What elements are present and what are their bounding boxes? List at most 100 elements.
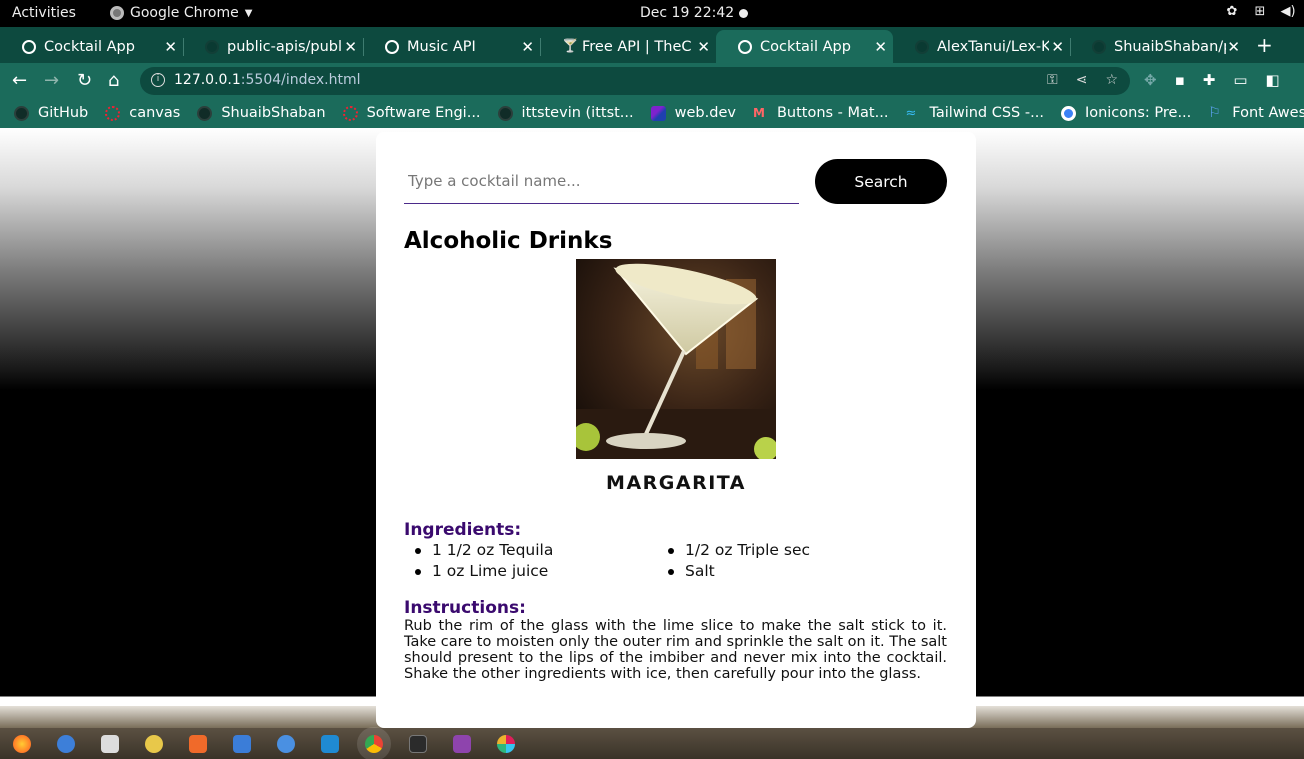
reload-icon[interactable]: ↻	[77, 70, 92, 91]
tab-thecocktaildb[interactable]: 🍸 Free API | TheCo ✕	[540, 30, 716, 63]
bookmark-software-engineering[interactable]: Software Engi...	[342, 105, 481, 121]
bookmark-label: ittstevin (ittst...	[521, 105, 634, 121]
url-path: :5504/index.html	[240, 72, 361, 88]
tab-title: AlexTanui/Lex-K	[937, 38, 1049, 55]
tab-title: Music API	[407, 38, 476, 55]
tab-public-apis[interactable]: public-apis/publ ✕	[183, 30, 364, 63]
address-bar[interactable]: i 127.0.0.1:5504/index.html ⚿ ⋖ ☆	[140, 67, 1130, 95]
tab-shuaibshaban[interactable]: ShuaibShaban/p ✕	[1070, 30, 1246, 63]
help-icon[interactable]	[277, 735, 295, 753]
bookmark-canvas[interactable]: canvas	[105, 105, 180, 121]
forward-icon[interactable]: →	[44, 70, 59, 91]
tab-cocktail-app[interactable]: Cocktail App ✕	[0, 30, 184, 63]
search-button[interactable]: Search	[815, 159, 947, 204]
activities-button[interactable]: Activities	[12, 5, 76, 21]
caret-down-icon: ▼	[244, 7, 253, 19]
close-tab-icon[interactable]: ✕	[164, 38, 177, 56]
new-tab-button[interactable]: +	[1256, 33, 1273, 57]
bookmark-label: GitHub	[38, 105, 89, 121]
bookmark-ittstevin[interactable]: ittstevin (ittst...	[497, 105, 634, 121]
cast-icon[interactable]: ▭	[1233, 71, 1247, 89]
globe-icon	[22, 39, 36, 54]
app-menu-label: Google Chrome	[130, 5, 239, 21]
bookmark-label: Font Awesome	[1232, 105, 1304, 121]
site-info-icon[interactable]: i	[151, 73, 165, 87]
app-menu[interactable]: Google Chrome ▼	[110, 5, 252, 21]
close-tab-icon[interactable]: ✕	[344, 38, 357, 56]
bookmark-webdev[interactable]: web.dev	[650, 105, 736, 121]
instructions-label: Instructions:	[404, 598, 526, 618]
tab-title: Cocktail App	[760, 38, 851, 55]
github-icon	[14, 105, 29, 121]
bookmark-github[interactable]: GitHub	[14, 105, 88, 121]
close-tab-icon[interactable]: ✕	[521, 38, 534, 56]
close-tab-icon[interactable]: ✕	[874, 38, 887, 56]
bookmark-tailwind[interactable]: ≈ Tailwind CSS -...	[905, 105, 1044, 121]
network-icon[interactable]: ⊞	[1252, 4, 1268, 20]
chrome-icon[interactable]	[357, 727, 391, 759]
clock[interactable]: Dec 19 22:42	[640, 5, 734, 21]
tab-music-api[interactable]: Music API ✕	[363, 30, 541, 63]
tab-title: public-apis/publ	[227, 38, 343, 55]
cocktail-glass-icon: 🍸	[562, 38, 579, 54]
slack-tray-icon[interactable]: ✿	[1224, 4, 1240, 20]
section-title: Alcoholic Drinks	[404, 228, 613, 254]
back-icon[interactable]: ←	[12, 70, 27, 91]
puzzle-icon[interactable]: ✚	[1203, 71, 1216, 89]
bookmark-buttons-material[interactable]: M Buttons - Mat...	[753, 105, 888, 121]
close-tab-icon[interactable]: ✕	[1227, 38, 1240, 56]
search-form: Search	[404, 159, 948, 204]
home-icon[interactable]: ⌂	[108, 70, 119, 91]
rhythmbox-icon[interactable]	[145, 735, 163, 753]
tab-title: Cocktail App	[44, 38, 135, 55]
extensions-area: ✥ ▪ ✚ ▭ ◧	[1144, 71, 1280, 89]
bookmark-label: web.dev	[674, 105, 736, 121]
bookmark-star-icon[interactable]: ☆	[1105, 72, 1118, 88]
thunderbird-icon[interactable]	[57, 735, 75, 753]
drink-name: MARGARITA	[606, 472, 746, 494]
ingredient-item: 1 oz Lime juice	[404, 561, 553, 582]
close-tab-icon[interactable]: ✕	[697, 38, 710, 56]
extension-menu-icon[interactable]: ▪	[1175, 71, 1185, 89]
github-icon	[1092, 39, 1106, 54]
bookmark-shuaibshaban[interactable]: ShuaibShaban	[197, 105, 326, 121]
volume-icon[interactable]: ◀)	[1280, 4, 1296, 20]
canvas-icon	[105, 105, 121, 121]
terminal-icon[interactable]	[409, 735, 427, 753]
url-host: 127.0.0.1	[174, 72, 241, 88]
font-awesome-flag-icon: ⚐	[1208, 104, 1221, 121]
share-icon[interactable]: ⋖	[1076, 72, 1088, 88]
writer-icon[interactable]	[233, 735, 251, 753]
close-tab-icon[interactable]: ✕	[1051, 38, 1064, 56]
vscode-icon[interactable]	[321, 735, 339, 753]
key-icon[interactable]: ⚿	[1047, 72, 1058, 88]
firefox-icon[interactable]	[13, 735, 31, 753]
tab-cocktail-app-active[interactable]: Cocktail App ✕	[716, 30, 893, 63]
system-tray[interactable]: ✿ ⊞ ◀)	[1224, 4, 1296, 20]
tab-strip: Cocktail App ✕ public-apis/publ ✕ Music …	[0, 27, 1304, 63]
ingredients-list-right: 1/2 oz Triple sec Salt	[657, 540, 810, 582]
cocktail-search-input[interactable]	[404, 159, 799, 204]
video-icon[interactable]	[453, 735, 471, 753]
bookmark-font-awesome[interactable]: ⚐ Font Awesome	[1208, 105, 1304, 121]
bookmark-label: Ionicons: Pre...	[1084, 105, 1192, 121]
extension-icon[interactable]: ✥	[1144, 71, 1157, 89]
webdev-icon	[650, 105, 666, 121]
github-icon	[205, 39, 219, 54]
material-icon: M	[752, 105, 765, 120]
side-panel-icon[interactable]: ◧	[1266, 71, 1280, 89]
slack-icon[interactable]	[497, 735, 515, 753]
files-icon[interactable]	[101, 735, 119, 753]
bookmark-ionicons[interactable]: Ionicons: Pre...	[1060, 105, 1192, 121]
ingredients-list-left: 1 1/2 oz Tequila 1 oz Lime juice	[404, 540, 553, 582]
globe-icon	[738, 39, 752, 54]
omnibox-actions: ⚿ ⋖ ☆	[1047, 72, 1118, 88]
cocktail-photo	[576, 259, 776, 459]
bookmark-label: ShuaibShaban	[221, 105, 326, 121]
bookmark-label: canvas	[129, 105, 181, 121]
bookmark-label: Buttons - Mat...	[776, 105, 889, 121]
url-text[interactable]: 127.0.0.1:5504/index.html	[174, 72, 361, 88]
software-icon[interactable]	[189, 735, 207, 753]
notification-dot-icon	[739, 9, 748, 18]
tab-alextanui[interactable]: AlexTanui/Lex-K ✕	[893, 30, 1071, 63]
